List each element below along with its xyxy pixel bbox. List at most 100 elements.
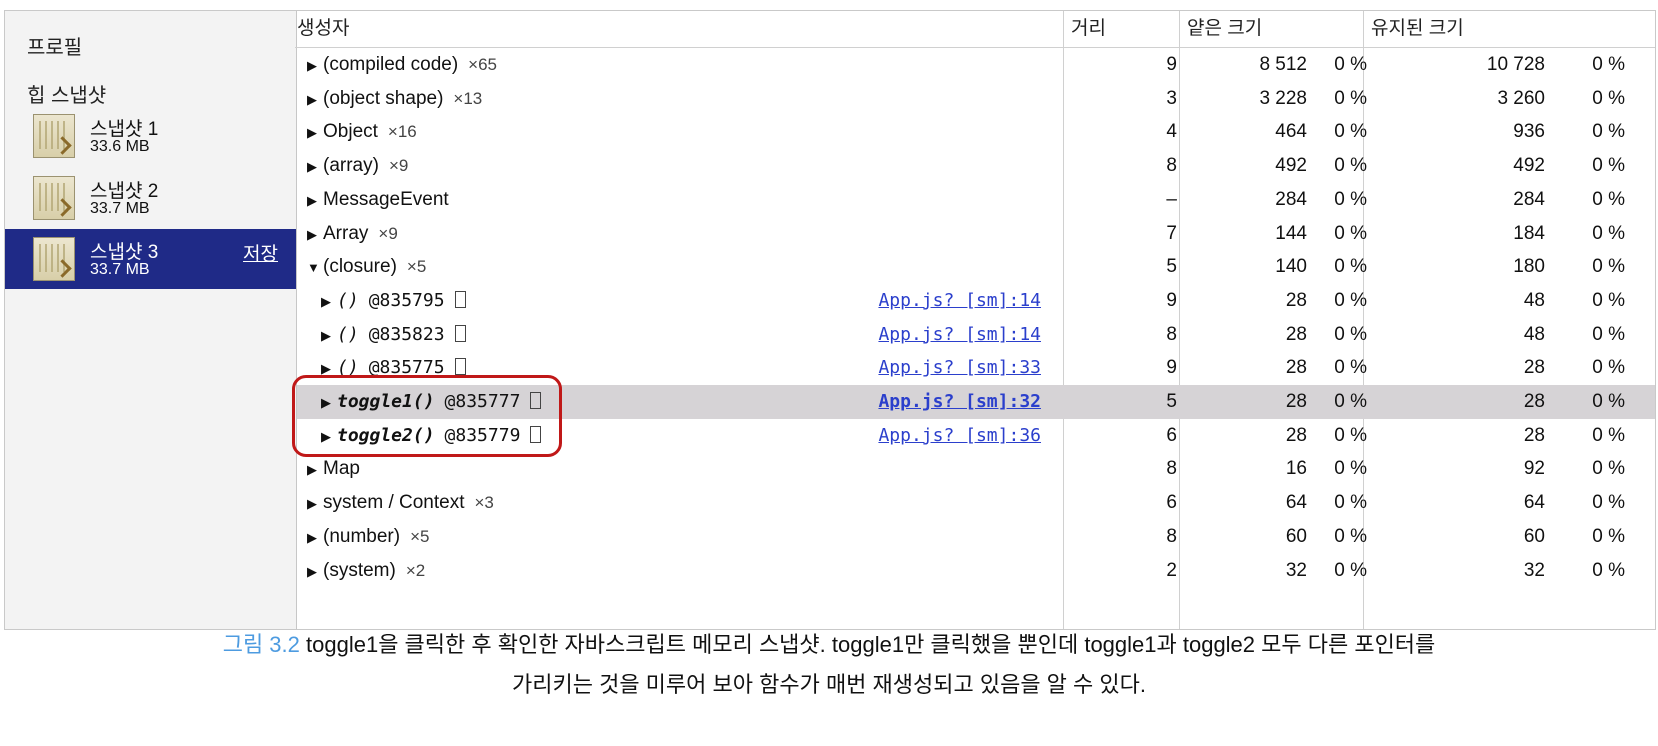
- distance-value: 8: [1166, 323, 1177, 345]
- shallow-size-value: 140: [1275, 256, 1307, 278]
- expand-triangle-icon[interactable]: ▶: [321, 319, 331, 353]
- retained-size-value: 92: [1523, 458, 1545, 480]
- retained-size-percent: 0 %: [1592, 424, 1625, 446]
- instance-count: ×5: [410, 526, 430, 546]
- expand-triangle-icon[interactable]: ▶: [307, 555, 317, 589]
- snapshot-icon: [33, 114, 75, 158]
- snapshot-item-2[interactable]: 스냅샷 2 33.7 MB: [5, 168, 296, 228]
- reveal-icon[interactable]: [454, 358, 466, 376]
- snapshot-icon: [33, 237, 75, 281]
- expand-triangle-icon[interactable]: ▶: [307, 116, 317, 150]
- table-row[interactable]: ▶ (number) ×5 8 60 0 % 60 0 %: [297, 520, 1655, 554]
- shallow-size-value: 284: [1275, 188, 1307, 210]
- constructor-name: (system): [323, 559, 396, 581]
- distance-value: 9: [1166, 54, 1177, 75]
- shallow-size-percent: 0 %: [1334, 391, 1367, 412]
- retained-size-value: 48: [1523, 289, 1545, 311]
- save-snapshot-link[interactable]: 저장: [243, 239, 278, 266]
- table-row[interactable]: ▶ Map 8 16 0 % 92 0 %: [297, 452, 1655, 486]
- distance-value: 6: [1166, 492, 1177, 514]
- expand-triangle-icon[interactable]: ▶: [307, 184, 317, 218]
- shallow-size-percent: 0 %: [1334, 559, 1367, 581]
- shallow-size-value: 492: [1275, 155, 1307, 177]
- shallow-size-percent: 0 %: [1334, 525, 1367, 547]
- table-row[interactable]: ▼ (closure) ×5 5 140 0 % 180 0 %: [297, 250, 1655, 284]
- reveal-icon[interactable]: [454, 290, 466, 308]
- shallow-size-value: 3 228: [1259, 87, 1307, 109]
- source-link[interactable]: App.js? [sm]:14: [878, 318, 1041, 352]
- shallow-size-percent: 0 %: [1334, 289, 1367, 311]
- expand-triangle-icon[interactable]: ▶: [307, 487, 317, 521]
- tree-node-name: ▶ () @835823: [321, 318, 466, 353]
- snapshot-item-3[interactable]: 스냅샷 3 33.7 MB 저장: [5, 229, 296, 289]
- header-distance[interactable]: 거리: [1071, 11, 1106, 47]
- source-link[interactable]: App.js? [sm]:14: [878, 284, 1041, 318]
- table-row[interactable]: ▶ MessageEvent – 284 0 % 284 0 %: [297, 183, 1655, 217]
- snapshot-icon: [33, 176, 75, 220]
- expand-triangle-icon[interactable]: ▶: [321, 285, 331, 319]
- distance-value: 6: [1166, 424, 1177, 446]
- shallow-size-value: 8 512: [1259, 54, 1307, 75]
- instance-count: ×9: [388, 156, 409, 176]
- tree-node-name: ▶ MessageEvent: [307, 183, 459, 218]
- constructor-name: Map: [323, 458, 360, 480]
- constructor-name: Object: [323, 121, 378, 143]
- tree-node-name: ▶ (number) ×5: [307, 520, 429, 555]
- tree-node-name: ▶ () @835795: [321, 284, 466, 319]
- distance-value: 3: [1166, 87, 1177, 109]
- table-row[interactable]: ▶ (object shape) ×13 3 3 228 0 % 3 260 0 %: [297, 82, 1655, 116]
- distance-value: –: [1166, 188, 1177, 210]
- header-constructor[interactable]: 생성자: [297, 11, 349, 47]
- object-id: @835795: [368, 289, 445, 311]
- retained-size-percent: 0 %: [1592, 87, 1625, 109]
- object-id: @835823: [368, 323, 445, 345]
- table-row[interactable]: ▶ Object ×16 4 464 0 % 936 0 %: [297, 115, 1655, 149]
- shallow-size-percent: 0 %: [1334, 222, 1367, 244]
- source-link[interactable]: App.js? [sm]:33: [878, 351, 1041, 385]
- profiles-title: 프로필: [27, 37, 83, 59]
- table-row[interactable]: ▶ () @835823 App.js? [sm]:14 8 28 0 % 48 0 %: [297, 318, 1655, 352]
- distance-value: 5: [1166, 391, 1177, 412]
- table-row[interactable]: ▶ Array ×9 7 144 0 % 184 0 %: [297, 217, 1655, 251]
- table-row[interactable]: ▶ (system) ×2 2 32 0 % 32 0 %: [297, 554, 1655, 588]
- retained-size-value: 28: [1523, 357, 1545, 379]
- constructor-name: MessageEvent: [323, 188, 449, 210]
- constructor-name: system / Context: [323, 492, 465, 514]
- instance-count: ×3: [474, 493, 494, 513]
- instance-count: ×65: [468, 55, 498, 74]
- header-shallow-size[interactable]: 얕은 크기: [1187, 11, 1262, 47]
- snapshot-name: 스냅샷 3: [90, 242, 159, 263]
- expand-triangle-icon[interactable]: ▶: [307, 83, 317, 117]
- tree-node-name: ▶ Array ×9: [307, 217, 398, 252]
- reveal-icon[interactable]: [454, 324, 466, 342]
- retained-size-value: 28: [1523, 391, 1545, 412]
- table-row[interactable]: ▶ () @835795 App.js? [sm]:14 9 28 0 % 48 0 %: [297, 284, 1655, 318]
- expand-triangle-icon[interactable]: ▶: [307, 521, 317, 555]
- instance-count: ×2: [405, 560, 426, 580]
- shallow-size-value: 144: [1275, 222, 1307, 244]
- shallow-size-percent: 0 %: [1334, 424, 1367, 446]
- table-row[interactable]: ▶ (array) ×9 8 492 0 % 492 0 %: [297, 149, 1655, 183]
- retained-size-value: 60: [1523, 525, 1545, 547]
- collapse-triangle-icon[interactable]: ▼: [307, 251, 320, 285]
- shallow-size-percent: 0 %: [1334, 458, 1367, 480]
- table-row[interactable]: ▶ (compiled code) ×65 9 8 512 0 % 10 728 0 %: [297, 48, 1655, 82]
- expand-triangle-icon[interactable]: ▶: [307, 49, 317, 83]
- expand-triangle-icon[interactable]: ▶: [307, 453, 317, 487]
- shallow-size-percent: 0 %: [1334, 121, 1367, 143]
- source-link[interactable]: App.js? [sm]:32: [878, 385, 1041, 419]
- snapshot-size: 33.7 MB: [90, 261, 150, 278]
- table-row[interactable]: ▶ system / Context ×3 6 64 0 % 64 0 %: [297, 486, 1655, 520]
- snapshot-item-1[interactable]: 스냅샷 1 33.6 MB: [5, 106, 296, 166]
- shallow-size-value: 60: [1285, 525, 1307, 547]
- snapshot-size: 33.7 MB: [90, 200, 150, 217]
- source-link[interactable]: App.js? [sm]:36: [878, 419, 1041, 453]
- retained-size-percent: 0 %: [1592, 188, 1625, 210]
- header-retained-size[interactable]: 유지된 크기: [1371, 11, 1464, 47]
- tree-node-name: ▶ (object shape) ×13: [307, 82, 482, 117]
- distance-value: 9: [1166, 357, 1177, 379]
- retained-size-value: 64: [1523, 492, 1545, 514]
- expand-triangle-icon[interactable]: ▶: [307, 218, 317, 252]
- distance-value: 8: [1166, 458, 1177, 480]
- expand-triangle-icon[interactable]: ▶: [307, 150, 317, 184]
